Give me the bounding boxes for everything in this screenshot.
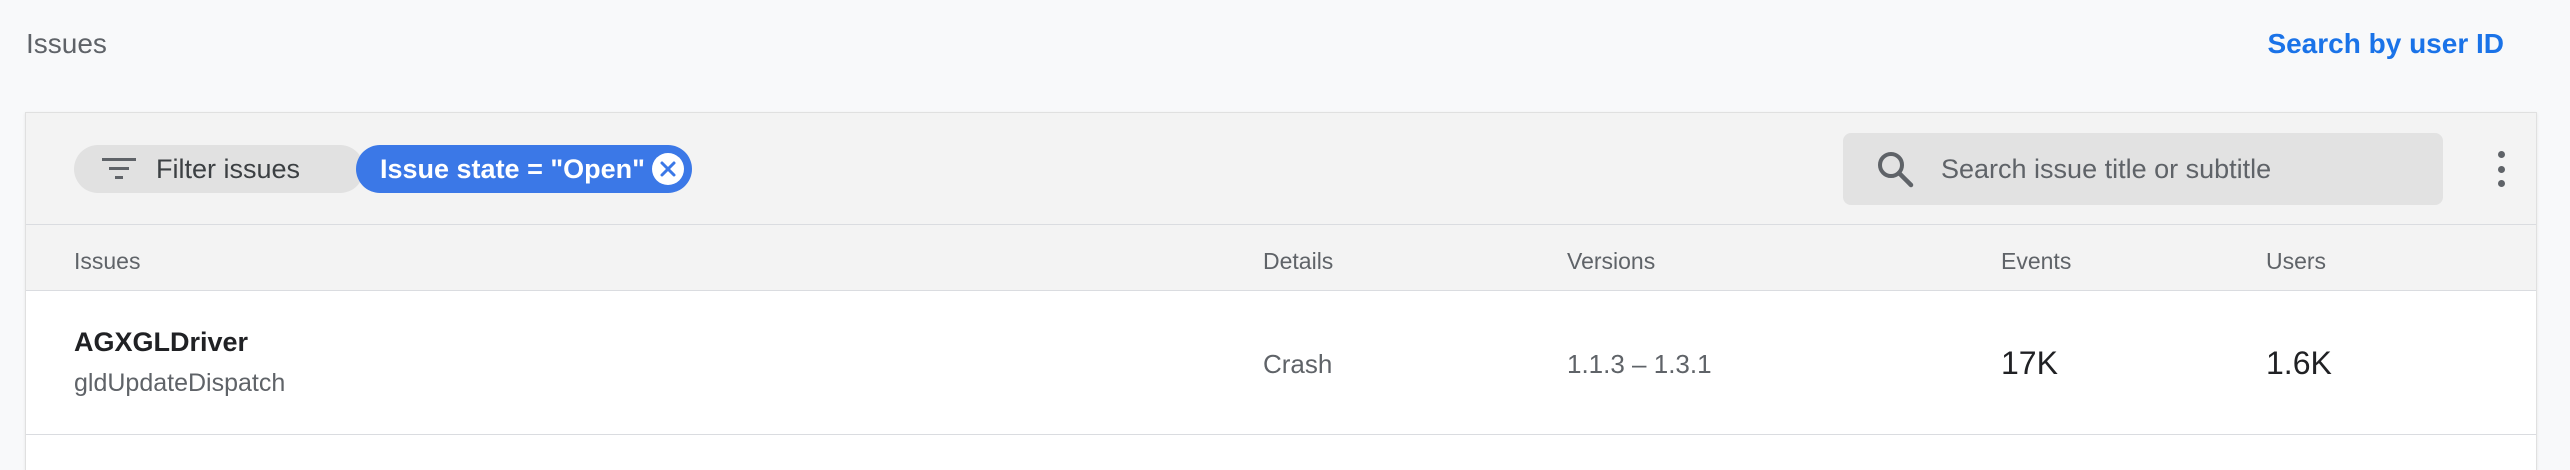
issue-search-box[interactable] [1843, 133, 2443, 205]
page-title: Issues [26, 28, 107, 59]
column-header-issues[interactable]: Issues [74, 248, 140, 275]
issues-toolbar: Filter issues Issue state = "Open" [26, 113, 2536, 225]
column-header-users[interactable]: Users [2266, 248, 2326, 275]
issue-users-count: 1.6K [2266, 345, 2332, 381]
search-icon [1878, 152, 1914, 188]
filter-issues-chip[interactable]: Filter issues [74, 145, 364, 193]
issue-state-filter-label: Issue state = "Open" [380, 153, 645, 184]
column-header-events[interactable]: Events [2001, 248, 2071, 275]
filter-issues-label: Filter issues [156, 153, 301, 184]
issues-card: Filter issues Issue state = "Open" Issue… [25, 112, 2537, 470]
table-header: Issues Details Versions Events Users [26, 225, 2536, 291]
more-vert-icon[interactable] [2486, 151, 2516, 187]
issue-title: AGXGLDriver [74, 327, 249, 357]
table-row[interactable]: AGXGLDriver gldUpdateDispatch Crash 1.1.… [26, 291, 2536, 435]
filter-list-icon [102, 158, 136, 179]
column-header-versions[interactable]: Versions [1567, 248, 1655, 275]
page-header: Issues Search by user ID [0, 0, 2570, 90]
search-issue-input[interactable] [1941, 153, 2421, 185]
close-circle-icon[interactable] [652, 153, 684, 185]
issue-subtitle: gldUpdateDispatch [74, 369, 286, 397]
issue-state-filter-chip[interactable]: Issue state = "Open" [356, 145, 692, 193]
issue-events-count: 17K [2001, 345, 2058, 381]
search-by-user-id-link[interactable]: Search by user ID [2267, 28, 2504, 60]
column-header-details[interactable]: Details [1263, 248, 1333, 275]
issue-details: Crash [1263, 349, 1333, 379]
issue-versions: 1.1.3 – 1.3.1 [1567, 349, 1712, 379]
